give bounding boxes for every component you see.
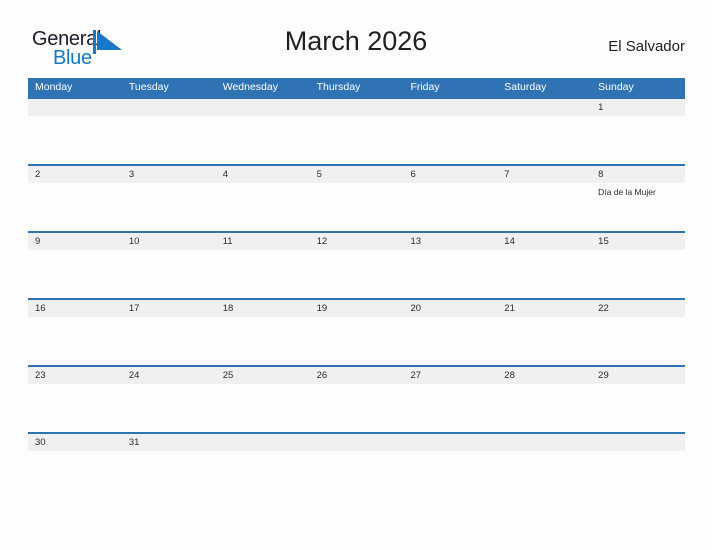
day-number: 16: [35, 303, 46, 314]
day-cell[interactable]: 7: [497, 166, 591, 231]
day-cell[interactable]: 19: [310, 300, 404, 365]
day-number: 20: [410, 303, 422, 314]
day-cell[interactable]: 1: [591, 99, 685, 164]
day-cell[interactable]: 17: [122, 300, 216, 365]
weekday-header-saturday: Saturday: [504, 81, 547, 93]
weekday-header-sunday: Sunday: [598, 81, 634, 93]
day-number: 30: [35, 437, 46, 448]
day-cell[interactable]: 26: [310, 367, 404, 432]
calendar-page: General Blue March 2026 El Salvador Mond…: [0, 0, 712, 550]
day-cell[interactable]: 28: [497, 367, 591, 432]
day-number: 21: [504, 303, 515, 314]
day-cell[interactable]: 5: [310, 166, 404, 231]
day-number: 7: [504, 169, 510, 180]
week-days: 23 24 25 26 27 28 29: [28, 367, 685, 432]
page-header: General Blue March 2026 El Salvador: [0, 0, 712, 76]
week-days: 1: [28, 99, 685, 164]
weekday-header-tuesday: Tuesday: [128, 81, 169, 93]
day-cell[interactable]: 8 Día de la Mujer: [591, 166, 685, 231]
day-number: 12: [316, 236, 328, 247]
day-cell[interactable]: 10: [122, 233, 216, 298]
day-cell[interactable]: 16: [28, 300, 122, 365]
weekday-header-row: Monday Tuesday Wednesday Thursday Friday…: [28, 78, 685, 97]
day-number: 29: [598, 370, 609, 381]
day-number: 13: [410, 236, 422, 247]
day-number: 11: [222, 236, 233, 247]
day-number: 26: [316, 370, 328, 381]
day-cell[interactable]: [28, 99, 122, 164]
day-cell[interactable]: 21: [497, 300, 591, 365]
day-cell[interactable]: 12: [310, 233, 404, 298]
day-cell[interactable]: 27: [403, 367, 497, 432]
day-cell[interactable]: 2: [28, 166, 122, 231]
day-number: 9: [35, 236, 41, 247]
day-number: 18: [222, 303, 234, 314]
weekday-header-monday: Monday: [35, 81, 73, 93]
week-row: 23 24 25 26 27 28 29: [28, 365, 685, 432]
day-cell[interactable]: 22: [591, 300, 685, 365]
day-cell[interactable]: [122, 99, 216, 164]
day-cell[interactable]: 3: [122, 166, 216, 231]
day-number: 17: [128, 303, 140, 314]
day-cell[interactable]: 20: [403, 300, 497, 365]
day-number: 23: [35, 370, 46, 381]
day-cell[interactable]: 25: [216, 367, 310, 432]
day-cell[interactable]: 24: [122, 367, 216, 432]
week-row: 30 31: [28, 432, 685, 499]
day-number: 15: [598, 236, 609, 247]
week-days: 30 31: [28, 434, 685, 499]
day-number: 3: [128, 169, 135, 180]
day-cell[interactable]: 29: [591, 367, 685, 432]
day-cell[interactable]: 14: [497, 233, 591, 298]
week-days: 9 10 11 12 13 14 15: [28, 233, 685, 298]
weekday-header-friday: Friday: [410, 81, 440, 93]
day-number: 6: [410, 169, 416, 180]
day-cell[interactable]: 18: [216, 300, 310, 365]
weekday-header-thursday: Thursday: [316, 81, 361, 93]
day-number: 5: [316, 169, 322, 180]
day-number: 22: [598, 303, 609, 314]
week-days: 16 17 18 19 20 21 22: [28, 300, 685, 365]
day-cell[interactable]: [310, 99, 404, 164]
day-number: 28: [504, 370, 515, 381]
day-cell[interactable]: [310, 434, 404, 499]
day-number: 10: [128, 236, 140, 247]
calendar-grid: Monday Tuesday Wednesday Thursday Friday…: [28, 78, 685, 499]
day-cell[interactable]: [216, 99, 310, 164]
day-cell[interactable]: 23: [28, 367, 122, 432]
day-cell[interactable]: [591, 434, 685, 499]
day-cell[interactable]: 30: [28, 434, 122, 499]
day-number: 4: [222, 169, 229, 180]
day-number: 1: [598, 102, 604, 113]
day-cell[interactable]: 4: [216, 166, 310, 231]
day-cell[interactable]: 11: [216, 233, 310, 298]
day-cell[interactable]: 9: [28, 233, 122, 298]
day-number: 2: [35, 169, 41, 180]
day-number: 24: [128, 370, 140, 381]
day-cell[interactable]: [497, 99, 591, 164]
week-row: 2 3 4 5 6 7 8 Día de la Mujer: [28, 164, 685, 231]
day-number: 8: [598, 169, 604, 180]
day-cell[interactable]: [403, 434, 497, 499]
week-days: 2 3 4 5 6 7 8 Día de la Mujer: [28, 166, 685, 231]
country-label: El Salvador: [608, 38, 685, 55]
day-number: 27: [410, 370, 422, 381]
day-cell[interactable]: 31: [122, 434, 216, 499]
week-row: 16 17 18 19 20 21 22: [28, 298, 685, 365]
weekday-header-wednesday: Wednesday: [222, 81, 278, 93]
day-cell[interactable]: [216, 434, 310, 499]
day-cell[interactable]: 6: [403, 166, 497, 231]
week-row: 1: [28, 97, 685, 164]
day-event: Día de la Mujer: [598, 187, 656, 197]
day-number: 19: [316, 303, 328, 314]
page-title: March 2026: [284, 26, 428, 56]
day-number: 31: [128, 437, 140, 448]
day-cell[interactable]: [497, 434, 591, 499]
day-cell[interactable]: [403, 99, 497, 164]
day-cell[interactable]: 13: [403, 233, 497, 298]
day-cell[interactable]: 15: [591, 233, 685, 298]
week-row: 9 10 11 12 13 14 15: [28, 231, 685, 298]
day-number: 25: [222, 370, 234, 381]
day-number: 14: [504, 236, 515, 247]
